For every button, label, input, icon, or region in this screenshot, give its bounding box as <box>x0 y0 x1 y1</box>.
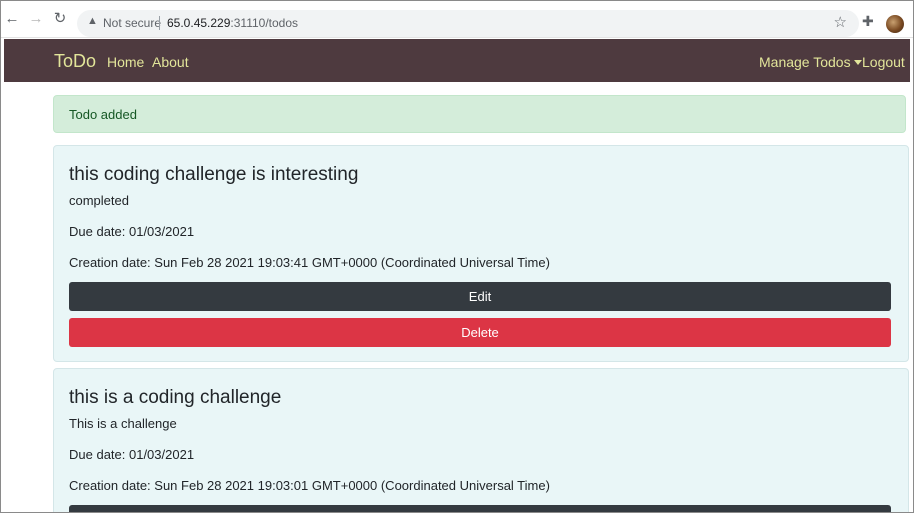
security-status[interactable]: Not secure <box>103 16 161 30</box>
address-separator <box>159 16 160 30</box>
bookmark-star-icon[interactable]: ☆ <box>834 13 847 31</box>
todo-title: this is a coding challenge <box>69 387 282 408</box>
alert-message: Todo added <box>69 107 137 122</box>
brand-link[interactable]: ToDo <box>54 51 96 72</box>
nav-link-home[interactable]: Home <box>107 54 144 70</box>
address-bar[interactable]: ▲ Not secure 65.0.45.229:31110/todos ☆ <box>77 10 859 37</box>
todo-creation-date: Creation date: Sun Feb 28 2021 19:03:41 … <box>69 255 550 270</box>
url-host: 65.0.45.229 <box>167 16 231 30</box>
forward-icon[interactable]: → <box>27 10 45 28</box>
manage-todos-dropdown[interactable]: Manage Todos <box>759 54 862 70</box>
todo-creation-date: Creation date: Sun Feb 28 2021 19:03:01 … <box>69 478 550 493</box>
back-icon[interactable]: ← <box>3 10 21 28</box>
edit-button[interactable]: Edit <box>69 282 891 311</box>
success-alert: Todo added <box>53 95 906 133</box>
logout-link[interactable]: Logout <box>862 54 905 70</box>
warning-icon[interactable]: ▲ <box>87 15 98 27</box>
todo-title: this coding challenge is interesting <box>69 164 359 185</box>
edit-button[interactable] <box>69 505 891 512</box>
url-text[interactable]: 65.0.45.229:31110/todos <box>167 16 298 30</box>
nav-link-about[interactable]: About <box>152 54 189 70</box>
todo-due-date: Due date: 01/03/2021 <box>69 447 195 462</box>
app-navbar: ToDo Home About Manage Todos Logout <box>4 39 910 82</box>
delete-button[interactable]: Delete <box>69 318 891 347</box>
reload-icon[interactable]: ↻ <box>51 10 69 28</box>
todo-card: this coding challenge is interesting com… <box>53 145 909 362</box>
url-path: :31110/todos <box>230 16 299 30</box>
caret-down-icon <box>853 60 862 65</box>
todo-description: This is a challenge <box>69 416 177 431</box>
browser-toolbar: ← → ↻ ▲ Not secure 65.0.45.229:31110/tod… <box>1 1 913 38</box>
todo-description: completed <box>69 193 129 208</box>
browser-window: ← → ↻ ▲ Not secure 65.0.45.229:31110/tod… <box>0 0 914 513</box>
todo-due-date: Due date: 01/03/2021 <box>69 224 195 239</box>
extensions-icon[interactable]: ✚ <box>862 13 874 30</box>
profile-avatar[interactable] <box>886 15 904 33</box>
todo-card: this is a coding challenge This is a cha… <box>53 368 909 512</box>
manage-todos-label: Manage Todos <box>759 54 851 70</box>
